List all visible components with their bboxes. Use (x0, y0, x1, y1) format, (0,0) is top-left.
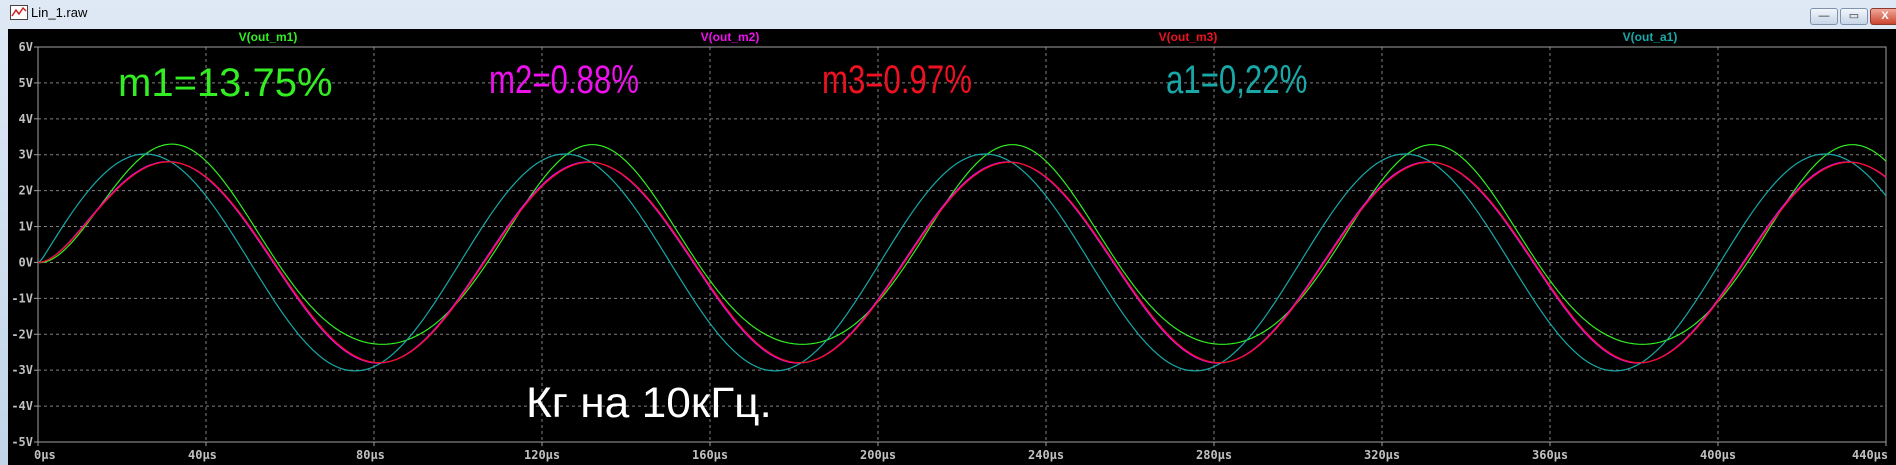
trace-label-vout_m1: V(out_m1) (239, 30, 298, 44)
y-tick-label: 0V (19, 255, 33, 269)
m1-annotation: m1=13.75% (118, 61, 333, 105)
x-tick-label: 440µs (1852, 448, 1888, 462)
thd-caption: Кг на 10кГц. (526, 379, 772, 427)
y-tick-label: 3V (19, 148, 33, 162)
y-tick-label: 1V (19, 220, 33, 234)
trace-label-vout_m3: V(out_m3) (1159, 30, 1218, 44)
y-tick-label: 5V (19, 76, 33, 90)
x-tick-label: 0µs (34, 448, 56, 462)
x-tick-label: 280µs (1196, 448, 1232, 462)
y-tick-label: 4V (19, 112, 33, 126)
y-tick-label: -1V (11, 291, 33, 305)
x-tick-label: 160µs (692, 448, 728, 462)
x-tick-label: 40µs (188, 448, 217, 462)
trace-label-vout_a1: V(out_a1) (1623, 30, 1678, 44)
x-tick-label: 80µs (356, 448, 385, 462)
y-tick-label: -2V (11, 327, 33, 341)
trace-vout_m1[interactable] (37, 143, 1887, 345)
waveform-window: Lin_1.raw — ▭ X 6V 5V 4V 3V 2V 1V 0V -1V -2V -3V -… (0, 0, 1896, 465)
m3-annotation: m3=0.97% (822, 57, 972, 102)
x-tick-label: 360µs (1532, 448, 1568, 462)
x-tick-label: 320µs (1364, 448, 1400, 462)
x-tick-label: 240µs (1028, 448, 1064, 462)
m2-annotation: m2=0.88% (489, 57, 639, 102)
y-tick-label: 6V (19, 40, 33, 54)
plot-frame (37, 46, 1887, 443)
x-tick-label: 120µs (524, 448, 560, 462)
y-tick-label: -4V (11, 399, 33, 413)
trace-label-vout_m2: V(out_m2) (701, 30, 760, 44)
x-tick-label: 400µs (1700, 448, 1736, 462)
y-tick-label: -3V (11, 363, 33, 377)
y-tick-label: 2V (19, 184, 33, 198)
a1-annotation: a1=0,22% (1166, 57, 1307, 102)
x-tick-label: 200µs (860, 448, 896, 462)
waveform-chart[interactable]: 6V 5V 4V 3V 2V 1V 0V -1V -2V -3V -4V -5V0µs 40µs 80µs… (0, 0, 1896, 465)
y-tick-label: -5V (11, 435, 33, 449)
